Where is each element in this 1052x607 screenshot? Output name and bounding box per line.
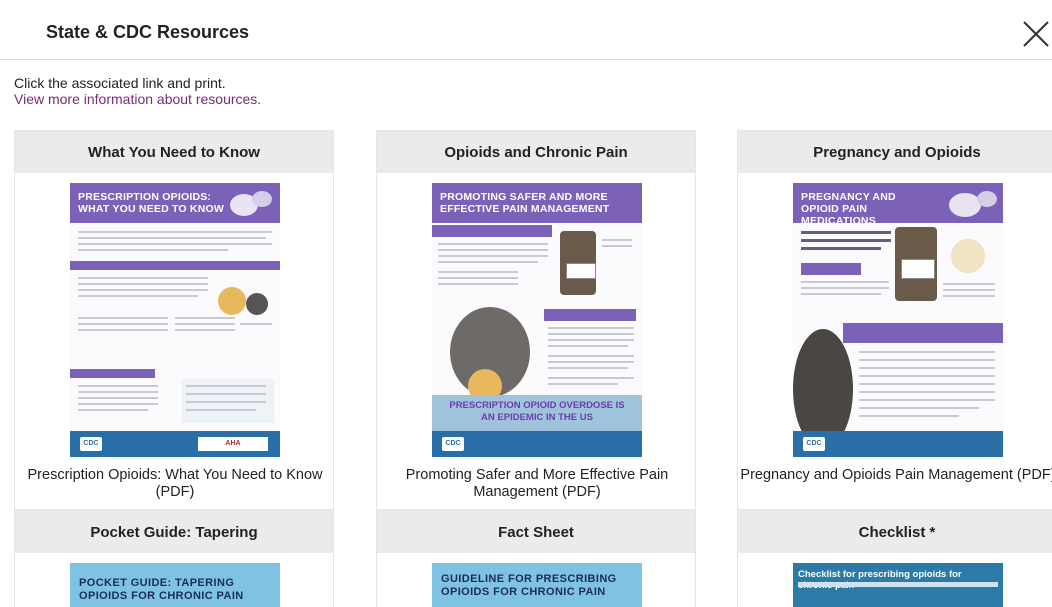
resource-thumbnail[interactable]: PROMOTING SAFER AND MORE EFFECTIVE PAIN … (432, 183, 642, 457)
poster-title: Checklist for prescribing opioids for ch… (798, 569, 962, 591)
poster-title: PROMOTING SAFER AND MORE EFFECTIVE PAIN … (440, 191, 610, 215)
card-heading: Opioids and Chronic Pain (377, 131, 695, 173)
pill-icon (949, 191, 997, 217)
poster-title: GUIDELINE FOR PRESCRIBING OPIOIDS FOR CH… (441, 573, 617, 598)
resource-card: Checklist * Checklist for prescribing op… (737, 510, 1052, 607)
cdc-logo: CDC (80, 437, 102, 451)
resource-card: Fact Sheet GUIDELINE FOR PRESCRIBING OPI… (376, 510, 696, 607)
cdc-logo: CDC (803, 437, 825, 451)
resource-thumbnail[interactable]: Checklist for prescribing opioids for ch… (793, 563, 1003, 607)
poster-body (70, 223, 280, 457)
modal-header: State & CDC Resources (0, 0, 1052, 60)
card-heading: Fact Sheet (377, 511, 695, 553)
intro: Click the associated link and print. Vie… (14, 75, 261, 107)
resource-card: Opioids and Chronic Pain PROMOTING SAFER… (376, 130, 696, 510)
poster-callout-text: PRESCRIPTION OPIOID OVERDOSE IS AN EPIDE… (449, 400, 625, 423)
poster-title: PRESCRIPTION OPIOIDS: WHAT YOU NEED TO K… (78, 191, 224, 215)
poster-banner: PRESCRIPTION OPIOIDS: WHAT YOU NEED TO K… (70, 183, 280, 223)
poster-footer: CDC AHA (70, 431, 280, 457)
aha-logo: AHA (198, 437, 268, 451)
pill-icon (230, 191, 272, 216)
poster-banner: PREGNANCY AND OPIOID PAIN MEDICATIONS (793, 183, 1003, 227)
resource-card: What You Need to Know PRESCRIPTION OPIOI… (14, 130, 334, 510)
poster-footer: CDC (432, 431, 642, 457)
card-heading: Pregnancy and Opioids (738, 131, 1052, 173)
poster-banner: PROMOTING SAFER AND MORE EFFECTIVE PAIN … (432, 183, 642, 223)
resource-thumbnail[interactable]: PRESCRIPTION OPIOIDS: WHAT YOU NEED TO K… (70, 183, 280, 457)
card-heading: What You Need to Know (15, 131, 333, 173)
poster-footer: CDC (793, 431, 1003, 457)
poster-banner: POCKET GUIDE: TAPERING OPIOIDS FOR CHRON… (70, 563, 280, 607)
resource-card: Pregnancy and Opioids PREGNANCY AND OPIO… (737, 130, 1052, 510)
poster-title: POCKET GUIDE: TAPERING OPIOIDS FOR CHRON… (79, 577, 244, 602)
resource-link[interactable]: Promoting Safer and More Effective Pain … (377, 467, 697, 501)
card-heading: Pocket Guide: Tapering (15, 511, 333, 553)
modal-title: State & CDC Resources (46, 22, 250, 42)
close-icon[interactable] (1020, 18, 1052, 50)
resource-thumbnail[interactable]: GUIDELINE FOR PRESCRIBING OPIOIDS FOR CH… (432, 563, 642, 607)
resource-thumbnail[interactable]: POCKET GUIDE: TAPERING OPIOIDS FOR CHRON… (70, 563, 280, 607)
poster-banner: GUIDELINE FOR PRESCRIBING OPIOIDS FOR CH… (432, 563, 642, 607)
resource-card: Pocket Guide: Tapering POCKET GUIDE: TAP… (14, 510, 334, 607)
resource-thumbnail[interactable]: PREGNANCY AND OPIOID PAIN MEDICATIONS CD… (793, 183, 1003, 457)
poster-title: PREGNANCY AND OPIOID PAIN MEDICATIONS (801, 191, 896, 227)
resources-info-link[interactable]: View more information about resources. (14, 91, 261, 107)
card-heading: Checklist * (738, 511, 1052, 553)
intro-text: Click the associated link and print. (14, 75, 226, 91)
poster-callout: PRESCRIPTION OPIOID OVERDOSE IS AN EPIDE… (432, 395, 642, 431)
cdc-logo: CDC (442, 437, 464, 451)
resource-link[interactable]: Pregnancy and Opioids Pain Management (P… (738, 467, 1052, 484)
resource-link[interactable]: Prescription Opioids: What You Need to K… (15, 467, 335, 501)
poster-body (793, 223, 1003, 457)
